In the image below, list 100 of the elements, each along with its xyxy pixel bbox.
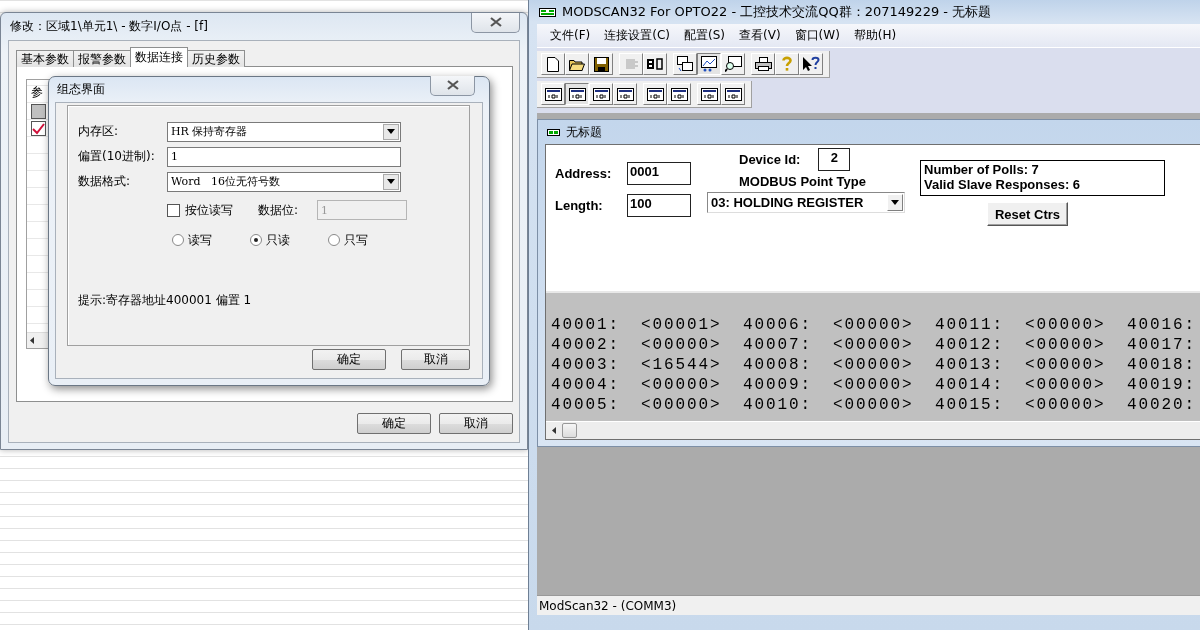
tab[interactable]: 历史参数	[187, 50, 245, 67]
number-format-icon	[568, 87, 586, 101]
register-value: <00000>	[833, 396, 914, 414]
checkbox[interactable]	[31, 121, 46, 136]
menu-item[interactable]: 帮助(H)	[846, 25, 904, 46]
input-field[interactable]: 2	[818, 148, 851, 171]
radio-option[interactable]: 只写	[328, 231, 406, 249]
left-arrow-icon	[552, 427, 556, 434]
menu-item[interactable]: 配置(S)	[677, 25, 732, 46]
register-address: 40004:	[551, 376, 620, 394]
menu-item[interactable]: 文件(F)	[543, 25, 598, 46]
printer-icon	[754, 57, 772, 71]
window-title: 修改：区域1\单元1\ - 数字I/O点 - [f]	[9, 18, 208, 35]
tab[interactable]: 数据连接	[130, 47, 188, 67]
menu-item[interactable]: 连接设置(C)	[597, 25, 677, 46]
check-icon	[32, 122, 45, 135]
field-label: 偏置(10进制):	[78, 148, 156, 165]
register-address: 40011:	[935, 316, 1004, 334]
field-label: 数据位:	[258, 201, 300, 219]
hint-text: 提示:寄存器地址400001 偏置 1	[78, 292, 253, 309]
input-field[interactable]: 1	[167, 146, 401, 167]
register-value: <00000>	[1025, 336, 1106, 354]
pointer-question-icon	[802, 56, 820, 72]
register-address: 40008:	[743, 356, 812, 374]
window-title: MODSCAN32 For OPTO22 - 工控技术交流QQ群：207149229 - 无标题	[562, 3, 992, 21]
register-address: 40002:	[551, 336, 620, 354]
register-address: 40016:	[1127, 316, 1196, 334]
register-value: <00000>	[641, 336, 722, 354]
ok-button[interactable]: 确定	[357, 413, 431, 434]
number-format-icon	[592, 87, 610, 101]
register-value: <00000>	[1025, 356, 1106, 374]
column-header: 参	[30, 84, 44, 101]
number-format-icon	[616, 87, 634, 101]
toolbar-button[interactable]	[697, 53, 721, 75]
register-address: 40014:	[935, 376, 1004, 394]
app-icon	[547, 128, 560, 136]
reset-button[interactable]: Reset Ctrs	[987, 202, 1068, 226]
scroll-bar[interactable]	[546, 421, 1200, 439]
register-value: <00000>	[1025, 316, 1106, 334]
tab[interactable]: 报警参数	[73, 50, 131, 67]
ok-button[interactable]: 确定	[312, 349, 386, 370]
number-format-icon	[544, 87, 562, 101]
register-address: 40005:	[551, 396, 620, 414]
checkbox-label: 按位读写	[185, 201, 233, 219]
cancel-button[interactable]: 取消	[401, 349, 470, 370]
checkbox[interactable]	[167, 203, 180, 217]
toolbar-button[interactable]	[565, 83, 589, 105]
register-value: <00000>	[641, 376, 722, 394]
radio-option[interactable]: 读写	[172, 231, 250, 249]
window-title: 组态界面	[56, 81, 105, 98]
register-address: 40020:	[1127, 396, 1196, 414]
register-address: 40009:	[743, 376, 812, 394]
close-icon	[446, 80, 459, 90]
field-label: Device Id:	[739, 152, 801, 167]
radio-button[interactable]	[250, 234, 262, 246]
menu-item[interactable]: 查看(V)	[732, 25, 788, 46]
left-arrow-icon	[30, 337, 34, 344]
radio-button[interactable]	[328, 234, 340, 246]
chart-icon	[700, 56, 718, 72]
register-address: 40006:	[743, 316, 812, 334]
register-value: <00000>	[833, 356, 914, 374]
radio-option[interactable]: 只读	[250, 231, 328, 249]
input-field[interactable]: 100	[627, 194, 691, 217]
dropdown[interactable]: Word 16位无符号数	[167, 171, 401, 192]
register-value: <00000>	[833, 376, 914, 394]
dropdown[interactable]: 03: HOLDING REGISTER	[707, 192, 905, 213]
register-address: 40015:	[935, 396, 1004, 414]
register-address: 40017:	[1127, 336, 1196, 354]
open-folder-icon	[569, 57, 585, 71]
radio-button[interactable]	[172, 234, 184, 246]
windows-icon	[676, 56, 694, 72]
field-label: 内存区:	[78, 123, 120, 140]
close-button[interactable]	[471, 12, 520, 33]
cancel-button[interactable]: 取消	[439, 413, 513, 434]
poll-count: Number of Polls: 7	[924, 162, 1040, 177]
close-icon	[489, 17, 502, 27]
register-value: <00000>	[641, 396, 722, 414]
scroll-thumb[interactable]	[562, 423, 577, 438]
register-address: 40019:	[1127, 376, 1196, 394]
register-address: 40012:	[935, 336, 1004, 354]
app-icon	[539, 7, 556, 17]
field-label: Length:	[555, 198, 604, 213]
dropdown[interactable]: HR 保持寄存器	[167, 121, 401, 142]
number-format-icon	[670, 87, 688, 101]
register-address: 40001:	[551, 316, 620, 334]
register-address: 40013:	[935, 356, 1004, 374]
input-field[interactable]: 0001	[627, 162, 691, 185]
close-button[interactable]	[430, 75, 475, 96]
register-address: 40018:	[1127, 356, 1196, 374]
menu-item[interactable]: 窗口(W)	[787, 25, 847, 46]
field-label: Address:	[555, 166, 613, 181]
tab[interactable]: 基本参数	[16, 50, 74, 67]
register-value: <16544>	[641, 356, 722, 374]
number-format-icon	[646, 87, 664, 101]
caret-icon	[891, 200, 899, 205]
checkbox[interactable]	[31, 104, 46, 119]
number-format-icon	[724, 87, 742, 101]
response-count: Valid Slave Responses: 6	[924, 177, 1082, 192]
register-value: <00000>	[1025, 376, 1106, 394]
register-address: 40010:	[743, 396, 812, 414]
